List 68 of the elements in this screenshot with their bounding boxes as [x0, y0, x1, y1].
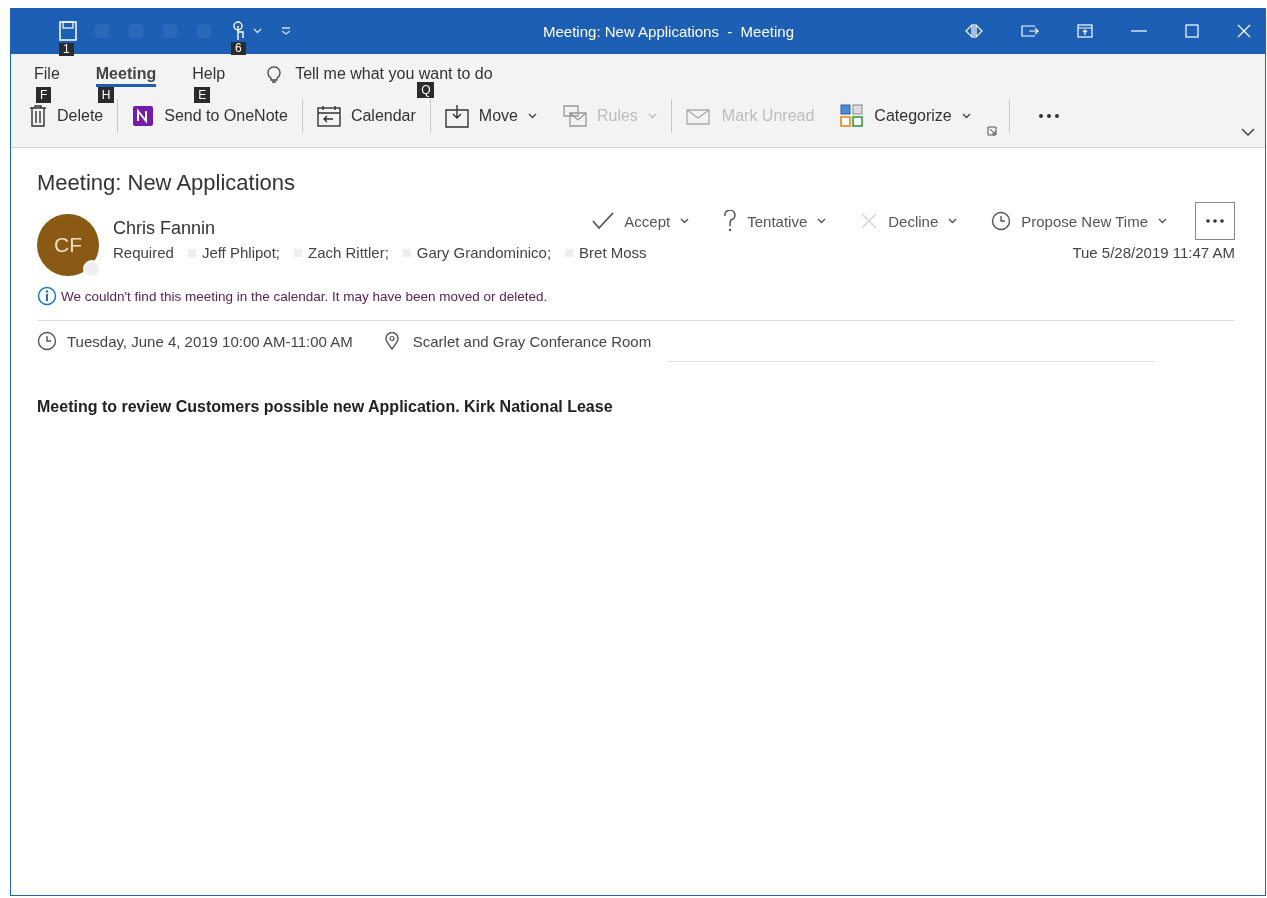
- ribbon-display-icon[interactable]: [1077, 24, 1093, 38]
- ribbon-tab[interactable]: Help: [192, 61, 226, 87]
- lightbulb-icon: [267, 64, 282, 84]
- attendee-name[interactable]: Zach Rittler;: [308, 244, 389, 261]
- required-label: Required: [113, 244, 174, 261]
- launcher-icon[interactable]: [986, 126, 997, 136]
- command-button[interactable]: Move: [442, 100, 539, 132]
- popout-icon[interactable]: [1021, 25, 1039, 37]
- folder-arrow-icon: [444, 104, 469, 128]
- more-icon: [1206, 219, 1224, 223]
- rules-icon: [562, 105, 587, 127]
- avatar: CF: [37, 214, 99, 276]
- split-icon[interactable]: [965, 24, 983, 38]
- checkmark-icon: [592, 212, 615, 230]
- keytip: E: [194, 87, 211, 103]
- calendar-icon: [316, 105, 341, 127]
- keytip: Q: [417, 82, 435, 98]
- save-icon[interactable]: [59, 21, 77, 41]
- response-button[interactable]: Tentative: [723, 210, 827, 232]
- caret-icon: [253, 28, 262, 34]
- categorize-icon: [840, 104, 865, 128]
- ribbon-tab[interactable]: File: [34, 61, 60, 87]
- keytip: 6: [231, 42, 246, 55]
- command-button[interactable]: Calendar: [314, 101, 418, 131]
- onenote-icon: [132, 105, 155, 127]
- expand-icon[interactable]: [1241, 128, 1255, 136]
- attendee-name[interactable]: Gary Grandominico;: [416, 244, 552, 261]
- sent-time: Tue 5/28/2019 11:47 AM: [1072, 244, 1235, 261]
- keytip: F: [36, 87, 52, 103]
- response-button[interactable]: Accept: [592, 212, 690, 230]
- question-icon: [723, 210, 738, 232]
- attendee-name[interactable]: Jeff Phlipot;: [201, 244, 280, 261]
- command-button[interactable]: Delete: [27, 101, 106, 131]
- keytip: 1: [59, 43, 74, 56]
- sender-name[interactable]: Chris Fannin: [113, 217, 559, 239]
- info-message: We couldn't find this meeting in the calendar. It may have been moved or deleted.: [61, 288, 548, 304]
- presence-icon: [83, 260, 101, 278]
- message-body: Meeting to review Customers possible new Application. Kirk National Lease: [37, 398, 614, 416]
- caret-icon: [527, 113, 537, 119]
- hand-icon[interactable]: [231, 20, 247, 42]
- caret-icon: [1158, 218, 1167, 224]
- caret-icon: [961, 113, 971, 119]
- meeting-location: Scarlet and Gray Conferance Room: [412, 332, 652, 350]
- more-button[interactable]: [1195, 202, 1235, 240]
- cross-icon: [860, 212, 879, 230]
- caret-icon: [647, 113, 657, 119]
- attendee-name[interactable]: Bret Moss: [579, 244, 647, 261]
- trash-icon: [29, 105, 47, 127]
- keytip: H: [97, 87, 115, 103]
- info-icon: [37, 286, 57, 306]
- clock-icon: [991, 211, 1012, 231]
- caret-icon: [948, 218, 958, 224]
- command-button[interactable]: Send to OneNote: [130, 101, 290, 131]
- meeting-time: Tuesday, June 4, 2019 10:00 AM-11:00 AM: [67, 332, 353, 350]
- location-pin-icon: [384, 332, 399, 350]
- clock-icon: [37, 331, 57, 351]
- response-button[interactable]: Propose New Time: [991, 211, 1167, 231]
- close-icon[interactable]: [1237, 24, 1251, 38]
- maximize-icon[interactable]: [1185, 24, 1199, 38]
- window-title: Meeting: New Applications - Meeting: [542, 22, 795, 40]
- more-icon[interactable]: [1037, 113, 1060, 119]
- customize-icon[interactable]: [280, 26, 292, 36]
- caret-icon: [680, 218, 690, 224]
- caret-icon: [817, 218, 827, 224]
- command-button[interactable]: Categorize: [838, 100, 973, 132]
- message-subject: Meeting: New Applications: [37, 170, 297, 196]
- search-field[interactable]: Tell me what you want to do: [295, 65, 493, 83]
- response-button[interactable]: Decline: [860, 212, 958, 230]
